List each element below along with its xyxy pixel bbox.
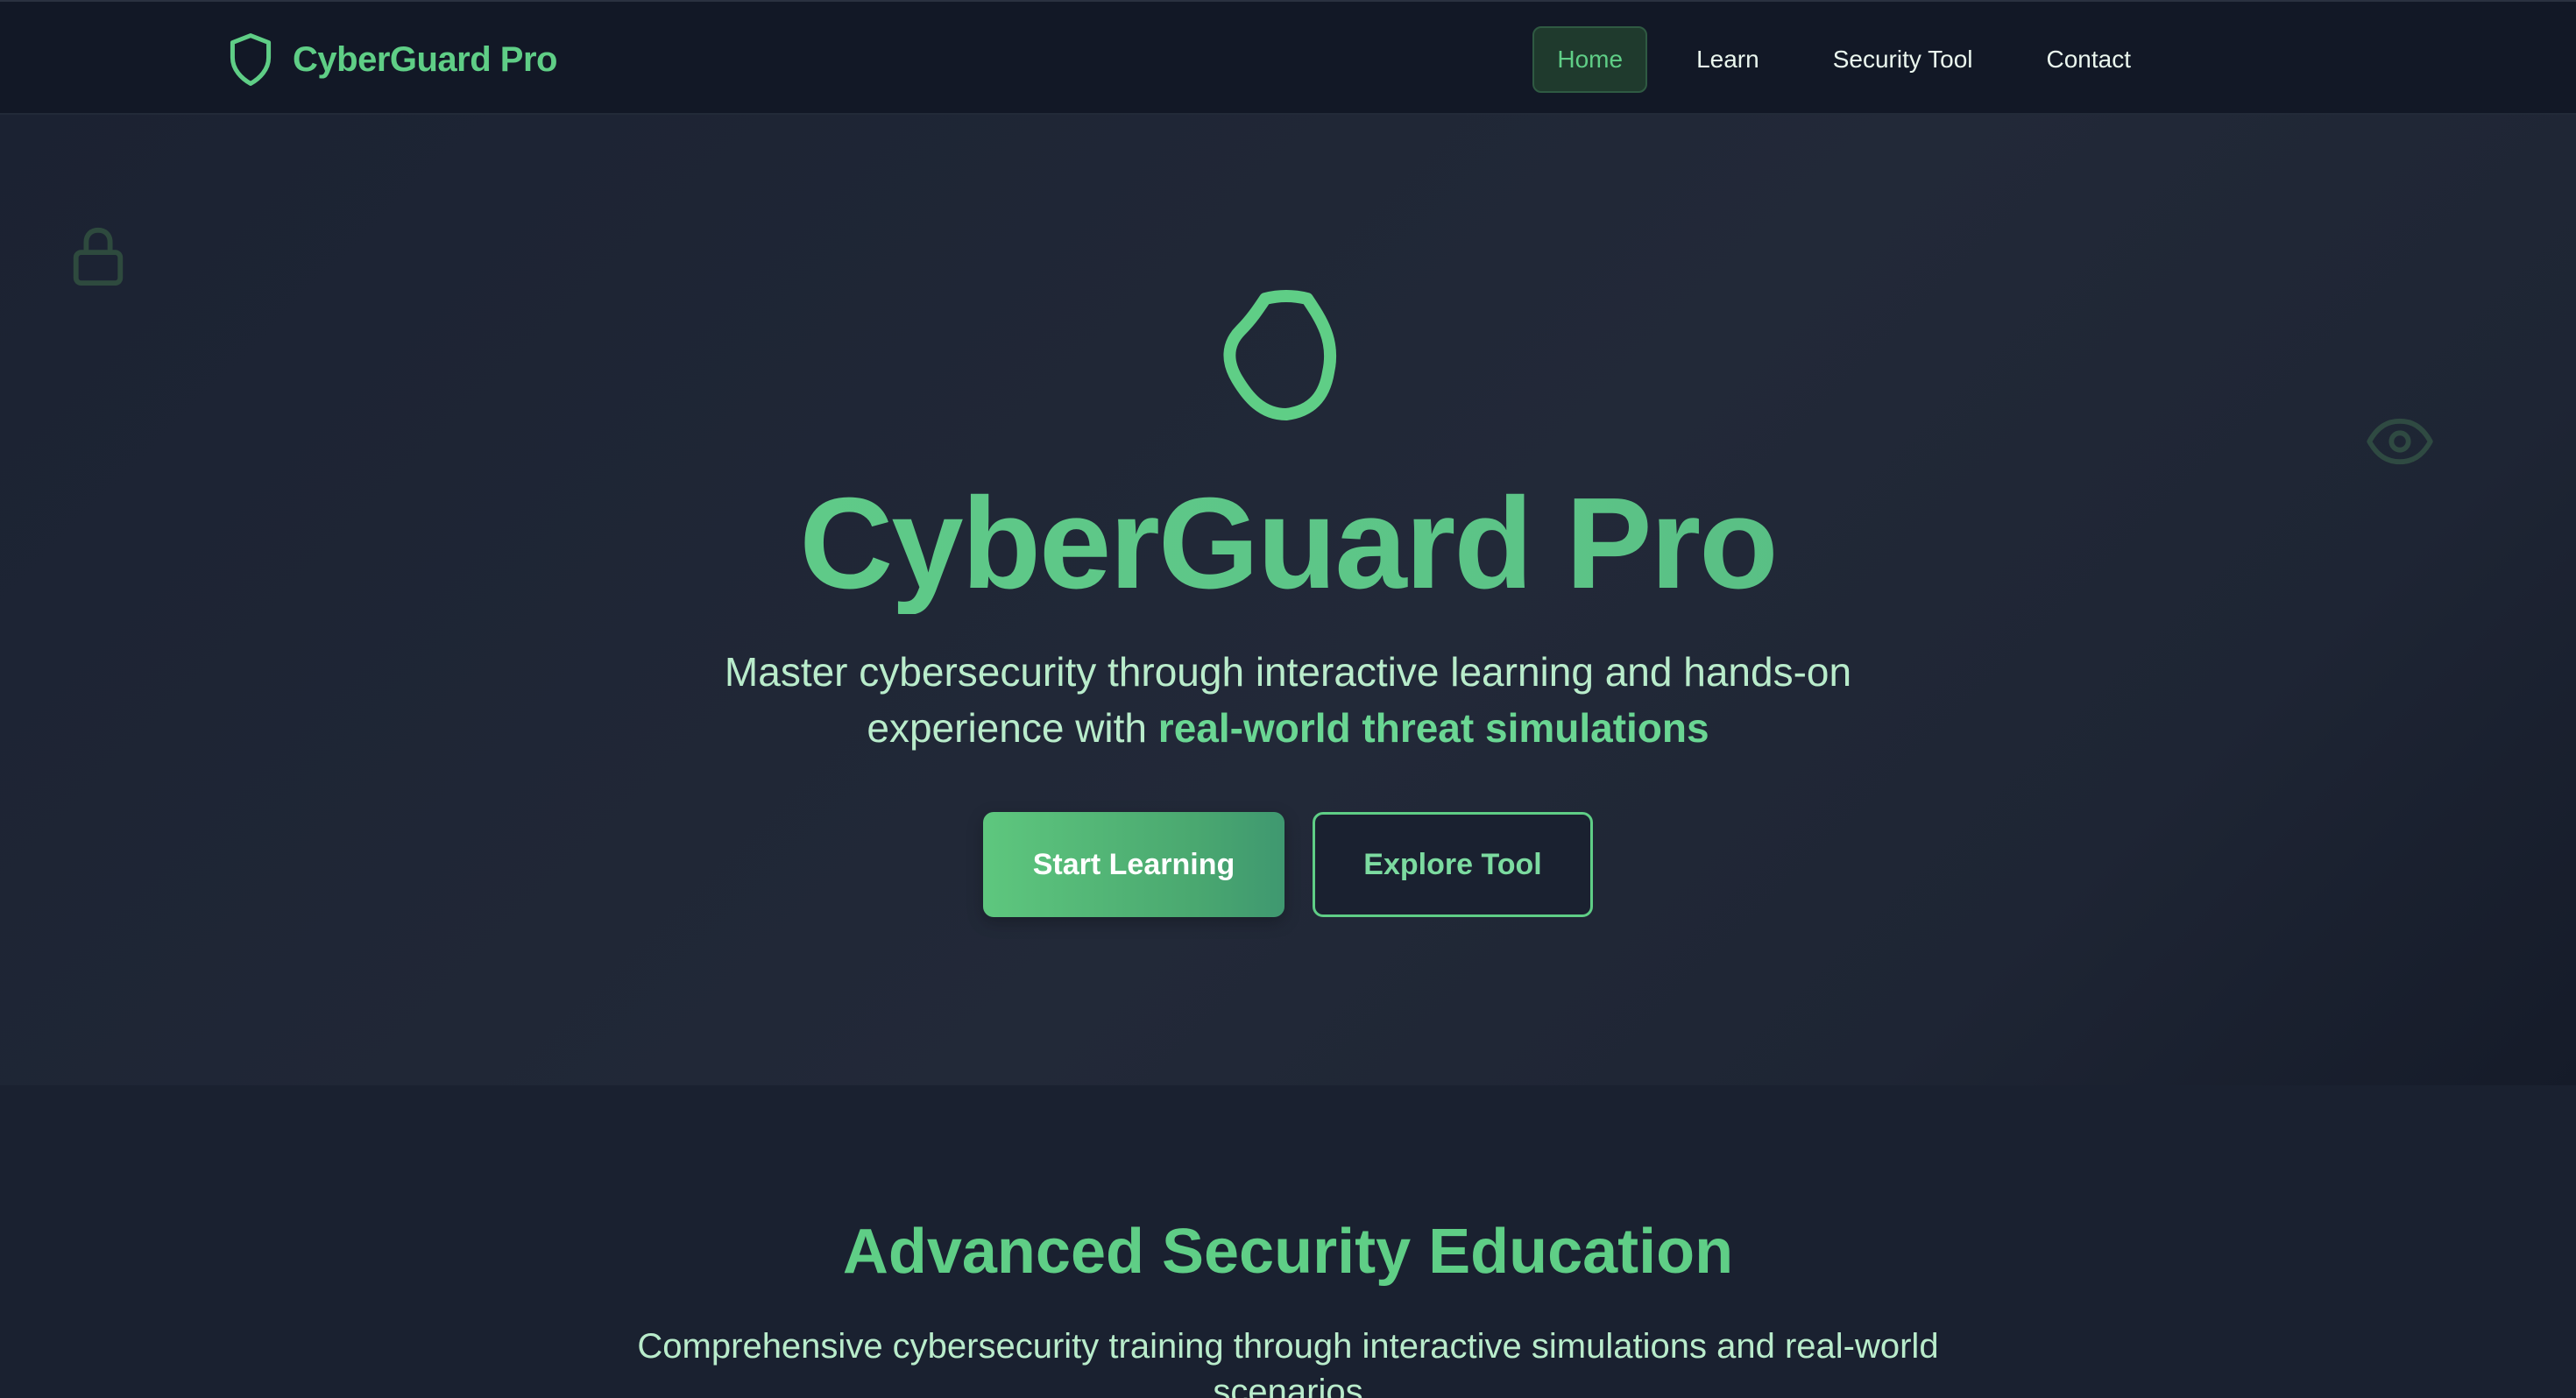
nav-link-security-tool[interactable]: Security Tool	[1808, 26, 1998, 93]
features-section: Advanced Security Education Comprehensiv…	[0, 1085, 2576, 1398]
shield-icon	[1223, 290, 1337, 420]
shield-icon	[230, 33, 272, 86]
nav-link-contact[interactable]: Contact	[2022, 26, 2156, 93]
features-title: Advanced Security Education	[842, 1217, 1734, 1287]
nav-link-home[interactable]: Home	[1532, 26, 1648, 93]
brand-name: CyberGuard Pro	[293, 39, 557, 79]
features-subtitle: Comprehensive cybersecurity training thr…	[637, 1327, 1939, 1398]
hero-title: CyberGuard Pro	[0, 474, 2576, 614]
nav-menu: Home Learn Security Tool Contact	[1532, 26, 2155, 93]
brand-logo-link[interactable]: CyberGuard Pro	[226, 32, 557, 88]
hero-section: CyberGuard Pro Master cybersecurity thro…	[0, 115, 2576, 1085]
nav-link-learn[interactable]: Learn	[1672, 26, 1784, 93]
navbar: CyberGuard Pro Home Learn Security Tool …	[0, 0, 2576, 115]
hero-subtitle-emphasis: real-world threat simulations	[1157, 705, 1709, 751]
explore-tool-button[interactable]: Explore Tool	[1313, 812, 1593, 917]
lock-icon	[73, 227, 124, 286]
hero-subtitle: Master cybersecurity through interactive…	[675, 644, 1901, 756]
hero-actions: Start Learning Explore Tool	[0, 812, 2576, 917]
start-learning-button[interactable]: Start Learning	[983, 812, 1284, 917]
eye-icon	[2367, 418, 2433, 465]
